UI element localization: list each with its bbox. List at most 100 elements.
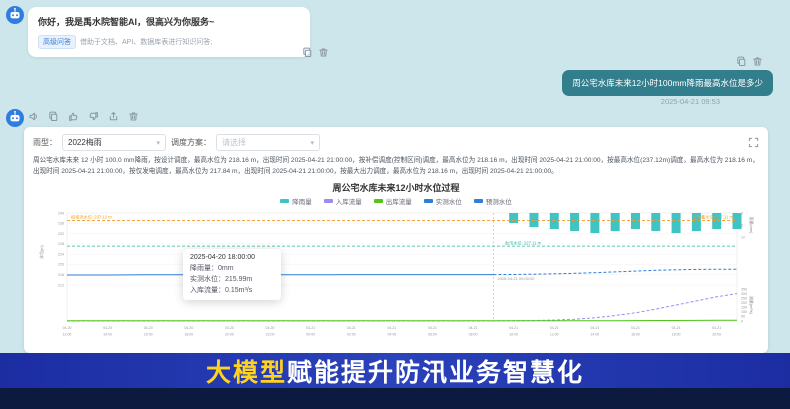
svg-text:04-21: 04-21 (306, 326, 315, 330)
svg-text:18:00: 18:00 (184, 332, 193, 336)
svg-text:16:00: 16:00 (144, 332, 153, 336)
legend-item[interactable]: 出库流量 (374, 196, 412, 206)
mode-badge[interactable]: 高级问答 (38, 35, 76, 49)
svg-text:04-21: 04-21 (550, 326, 559, 330)
slogan-banner: 大模型赋能提升防汛业务智慧化 (0, 353, 790, 388)
delete-icon[interactable] (128, 111, 139, 122)
svg-text:04-21: 04-21 (672, 326, 681, 330)
svg-text:22:00: 22:00 (266, 332, 275, 336)
mode-description: 借助于文档、API、数据库表进行知识问答; (80, 37, 212, 47)
chart-legend: 降雨量 入库流量 出库流量 实测水位 预测水位 (33, 196, 759, 206)
user-bubble-tools (736, 56, 763, 67)
banner-highlight: 大模型 (206, 353, 287, 389)
svg-text:04-21: 04-21 (712, 326, 721, 330)
legend-swatch (280, 199, 289, 203)
thumbs-down-icon[interactable] (88, 111, 99, 122)
svg-text:216: 216 (58, 273, 64, 277)
svg-text:228: 228 (58, 242, 64, 246)
svg-text:240: 240 (58, 211, 64, 215)
thumbs-up-icon[interactable] (68, 111, 79, 122)
plan-label: 调度方案： (171, 137, 211, 148)
delete-icon[interactable] (318, 47, 329, 58)
svg-text:02:00: 02:00 (347, 332, 356, 336)
svg-text:08:00: 08:00 (469, 332, 478, 336)
svg-text:236: 236 (58, 221, 64, 225)
user-message-time: 2025-04-21 09:53 (661, 97, 720, 106)
chevron-down-icon: ▾ (310, 139, 314, 147)
svg-text:10:00: 10:00 (509, 332, 518, 336)
svg-text:14:00: 14:00 (590, 332, 599, 336)
legend-swatch (374, 199, 383, 203)
ai-greeting-text: 你好，我是禹水院智能AI，很高兴为你服务~ (38, 15, 300, 28)
rain-type-select[interactable]: 2022梅雨 ▾ (62, 134, 166, 151)
svg-text:20:00: 20:00 (712, 332, 721, 336)
svg-text:12:00: 12:00 (63, 332, 72, 336)
legend-swatch (474, 199, 483, 203)
svg-text:流量(m³/s): 流量(m³/s) (749, 296, 754, 315)
svg-text:台汛水位: 227.11 m: 台汛水位: 227.11 m (505, 239, 542, 246)
svg-text:04-20: 04-20 (184, 326, 193, 330)
svg-text:100: 100 (741, 310, 747, 314)
svg-text:04-20: 04-20 (63, 326, 72, 330)
svg-text:04-21: 04-21 (469, 326, 478, 330)
svg-text:雨量(mm): 雨量(mm) (749, 216, 754, 234)
export-icon[interactable] (108, 111, 119, 122)
svg-text:232: 232 (58, 232, 64, 236)
legend-label: 入库流量 (336, 196, 362, 206)
svg-text:04-21: 04-21 (509, 326, 518, 330)
svg-text:220: 220 (58, 262, 64, 266)
legend-label: 降雨量 (292, 196, 312, 206)
water-level-chart[interactable]: 2122162202242282322362400501001502002503… (33, 207, 759, 353)
plan-select[interactable]: 请选择 ▾ (216, 134, 320, 151)
scheduling-summary: 周公宅水库未来 12 小时 100.0 mm降雨，按设计调度，最高水位为 218… (33, 156, 759, 178)
banner-text: 赋能提升防汛业务智慧化 (287, 353, 584, 389)
legend-item[interactable]: 预测水位 (474, 196, 512, 206)
result-panel: 雨型： 2022梅雨 ▾ 调度方案： 请选择 ▾ 周公宅水库未来 12 小时 1… (24, 127, 768, 353)
mode-line: 高级问答 借助于文档、API、数据库表进行知识问答; (38, 35, 300, 49)
copy-icon[interactable] (48, 111, 59, 122)
svg-text:50: 50 (741, 314, 745, 318)
delete-icon[interactable] (752, 56, 763, 67)
message-toolbar (28, 111, 139, 122)
ai-bubble-tools (302, 47, 329, 58)
svg-text:224: 224 (58, 252, 64, 256)
svg-text:200: 200 (741, 301, 747, 305)
svg-text:18:00: 18:00 (672, 332, 681, 336)
speaker-icon[interactable] (28, 111, 39, 122)
svg-text:04-20: 04-20 (103, 326, 112, 330)
chevron-down-icon: ▾ (156, 139, 160, 147)
svg-text:212: 212 (58, 283, 64, 287)
svg-text:04-20: 04-20 (266, 326, 275, 330)
ai-greeting-bubble: 你好，我是禹水院智能AI，很高兴为你服务~ 高级问答 借助于文档、API、数据库… (28, 7, 310, 57)
svg-text:14:00: 14:00 (103, 332, 112, 336)
legend-item[interactable]: 入库流量 (324, 196, 362, 206)
copy-icon[interactable] (302, 47, 313, 58)
svg-text:04-20: 04-20 (144, 326, 153, 330)
user-message-bubble: 周公宅水库未来12小时100mm降雨最高水位是多少 (562, 70, 773, 96)
svg-text:300: 300 (741, 292, 747, 296)
fullscreen-icon[interactable] (748, 137, 759, 148)
svg-text:校核洪水位: 237.12 m: 校核洪水位: 237.12 m (71, 213, 112, 220)
svg-text:2025-04-21 09:00:00: 2025-04-21 09:00:00 (497, 276, 535, 281)
rain-type-label: 雨型： (33, 137, 57, 148)
svg-text:04-21: 04-21 (347, 326, 356, 330)
footer-strip (0, 388, 790, 409)
svg-text:04:00: 04:00 (387, 332, 396, 336)
chart-title: 周公宅水库未来12小时水位过程 (33, 181, 759, 194)
svg-text:04-21: 04-21 (590, 326, 599, 330)
svg-text:00:00: 00:00 (306, 332, 315, 336)
legend-item[interactable]: 实测水位 (424, 196, 462, 206)
svg-text:20:00: 20:00 (225, 332, 234, 336)
ai-avatar (6, 109, 24, 127)
svg-text:150: 150 (741, 305, 747, 309)
plan-value: 请选择 (222, 137, 246, 148)
svg-text:正常蓄水位: 237.11 m: 正常蓄水位: 237.11 m (693, 213, 734, 220)
legend-item[interactable]: 降雨量 (280, 196, 312, 206)
svg-text:16:00: 16:00 (631, 332, 640, 336)
svg-text:04-21: 04-21 (631, 326, 640, 330)
svg-text:04-20: 04-20 (225, 326, 234, 330)
copy-icon[interactable] (736, 56, 747, 67)
svg-text:12: 12 (741, 235, 745, 239)
chart-area[interactable]: 2122162202242282322362400501001502002503… (33, 207, 759, 353)
svg-text:12:00: 12:00 (550, 332, 559, 336)
